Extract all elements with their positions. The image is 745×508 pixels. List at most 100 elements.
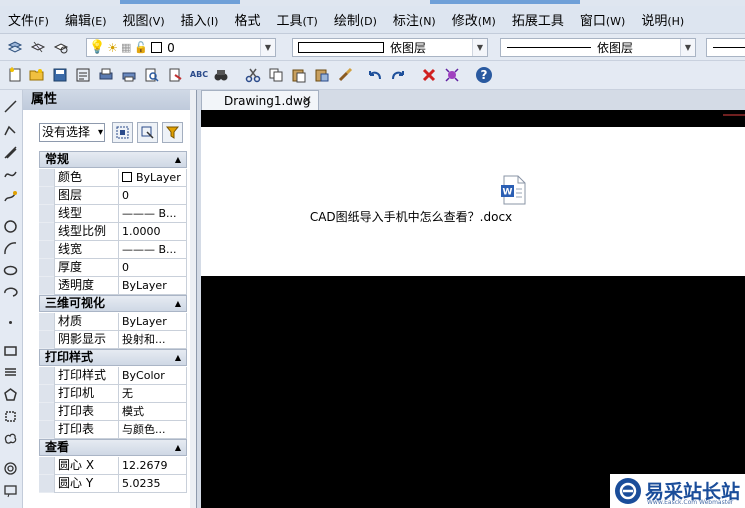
lineweight-combo[interactable]	[706, 38, 745, 57]
cut-icon[interactable]	[244, 66, 262, 84]
menu-item-10[interactable]: 窗口(W)	[572, 10, 633, 29]
property-value[interactable]: 0	[119, 259, 187, 277]
chevron-down-icon[interactable]: ▼	[680, 39, 695, 56]
revision-cloud-tool-icon[interactable]	[2, 430, 19, 447]
sketch-tool-icon[interactable]	[2, 188, 19, 205]
layer-manager-icon[interactable]	[6, 38, 24, 56]
drawing-canvas-top[interactable]	[201, 110, 745, 127]
menu-item-0[interactable]: 文件(F)	[0, 10, 57, 29]
line-tool-icon[interactable]	[2, 98, 19, 115]
menu-item-6[interactable]: 绘制(D)	[326, 10, 385, 29]
chevron-down-icon[interactable]: ▼	[260, 39, 275, 56]
save-icon[interactable]	[51, 66, 69, 84]
property-value[interactable]: ByLayer	[119, 277, 187, 295]
property-row[interactable]: 透明度 ByLayer	[39, 277, 187, 295]
menu-item-1[interactable]: 编辑(E)	[57, 10, 115, 29]
property-row[interactable]: 线宽 ——— B...	[39, 241, 187, 259]
menu-item-2[interactable]: 视图(V)	[115, 10, 173, 29]
select-objects-icon[interactable]	[137, 122, 158, 143]
property-row[interactable]: 线型 ——— B...	[39, 205, 187, 223]
polyline-tool-icon[interactable]	[2, 122, 19, 139]
tab-drawing1[interactable]: Drawing1.dwg ✕	[201, 90, 319, 110]
property-value[interactable]: ByLayer	[119, 313, 187, 331]
property-row[interactable]: 打印机无	[39, 385, 187, 403]
property-value[interactable]: 无	[119, 385, 187, 403]
polygon-tool-icon[interactable]	[2, 386, 19, 403]
print-icon[interactable]	[97, 66, 115, 84]
property-section-header[interactable]: 查看 ▲	[39, 439, 187, 456]
publish-icon[interactable]	[166, 66, 184, 84]
plot-icon[interactable]	[120, 66, 138, 84]
region-tool-icon[interactable]	[2, 408, 19, 425]
word-document-icon[interactable]: W	[500, 175, 528, 208]
collapse-icon[interactable]: ▲	[175, 350, 181, 365]
ellipse-arc-tool-icon[interactable]	[2, 284, 19, 301]
chevron-down-icon[interactable]: ▼	[472, 39, 487, 56]
property-value[interactable]: 12.2679	[119, 457, 187, 475]
table-tool-icon[interactable]	[2, 482, 19, 499]
property-row[interactable]: 线型比例 1.0000	[39, 223, 187, 241]
property-row[interactable]: 阴影显示 投射和...	[39, 331, 187, 349]
property-section-header[interactable]: 常规 ▲	[39, 151, 187, 168]
toggle-pickadd-icon[interactable]	[112, 122, 133, 143]
menu-item-5[interactable]: 工具(T)	[268, 10, 325, 29]
help-icon[interactable]: ?	[474, 65, 494, 85]
menu-item-4[interactable]: 格式	[226, 10, 268, 29]
property-section-header[interactable]: 三维可视化 ▲	[39, 295, 187, 312]
quick-select-funnel-icon[interactable]	[162, 122, 183, 143]
layer-state-icon[interactable]	[29, 38, 47, 56]
find-binoculars-icon[interactable]	[212, 66, 230, 84]
undo-icon[interactable]	[366, 66, 384, 84]
property-row[interactable]: 图层 0	[39, 187, 187, 205]
layer-previous-icon[interactable]	[52, 38, 70, 56]
new-file-icon[interactable]	[6, 66, 24, 84]
spline-tool-icon[interactable]	[2, 166, 19, 183]
property-value[interactable]: 模式	[119, 403, 187, 421]
circle-tool-icon[interactable]	[2, 218, 19, 235]
property-row[interactable]: 打印样式 ByColor	[39, 367, 187, 385]
open-folder-icon[interactable]	[28, 66, 46, 84]
property-value[interactable]: ——— B...	[119, 205, 187, 223]
property-row[interactable]: 颜色 ByLayer	[39, 169, 187, 187]
property-value[interactable]: ——— B...	[119, 241, 187, 259]
menu-item-3[interactable]: 插入(I)	[173, 10, 227, 29]
menu-item-9[interactable]: 拓展工具	[504, 10, 572, 29]
property-section-header[interactable]: 打印样式 ▲	[39, 349, 187, 366]
layer-combo[interactable]: 💡 ☀ ▦ 🔓 0 ▼	[86, 38, 276, 57]
property-value[interactable]: 与颜色...	[119, 421, 187, 439]
linetype-combo[interactable]: 依图层 ▼	[500, 38, 696, 57]
rectangle-tool-icon[interactable]	[2, 342, 19, 359]
point-tool-icon[interactable]	[2, 314, 19, 331]
property-value[interactable]: ByLayer	[119, 169, 187, 187]
property-row[interactable]: 打印表 模式	[39, 403, 187, 421]
property-value[interactable]: 1.0000	[119, 223, 187, 241]
property-row[interactable]: 材质 ByLayer	[39, 313, 187, 331]
menu-item-7[interactable]: 标注(N)	[385, 10, 444, 29]
property-row[interactable]: 圆心 Y 5.0235	[39, 475, 187, 493]
save-as-icon[interactable]	[74, 66, 92, 84]
print-preview-icon[interactable]	[143, 66, 161, 84]
redo-icon[interactable]	[389, 66, 407, 84]
selection-filter-dropdown[interactable]: 没有选择 ▾	[39, 123, 105, 142]
explode-icon[interactable]	[443, 66, 461, 84]
collapse-icon[interactable]: ▲	[175, 152, 181, 167]
menu-item-8[interactable]: 修改(M)	[444, 10, 504, 29]
property-value[interactable]: 投射和...	[119, 331, 187, 349]
menu-item-11[interactable]: 说明(H)	[633, 10, 692, 29]
property-value[interactable]: 5.0235	[119, 475, 187, 493]
donut-tool-icon[interactable]	[2, 460, 19, 477]
property-value[interactable]: 0	[119, 187, 187, 205]
collapse-icon[interactable]: ▲	[175, 296, 181, 311]
property-value[interactable]: ByColor	[119, 367, 187, 385]
property-row[interactable]: 圆心 X 12.2679	[39, 457, 187, 475]
erase-x-icon[interactable]	[420, 66, 438, 84]
close-icon[interactable]: ✕	[302, 93, 312, 107]
property-row[interactable]: 厚度 0	[39, 259, 187, 277]
paste-special-icon[interactable]	[313, 66, 331, 84]
spell-check-icon[interactable]: ABC	[189, 64, 209, 84]
ellipse-tool-icon[interactable]	[2, 262, 19, 279]
construction-line-tool-icon[interactable]	[2, 144, 19, 161]
collapse-icon[interactable]: ▲	[175, 440, 181, 455]
property-row[interactable]: 打印表 与颜色...	[39, 421, 187, 439]
hatch-tool-icon[interactable]	[2, 364, 19, 381]
